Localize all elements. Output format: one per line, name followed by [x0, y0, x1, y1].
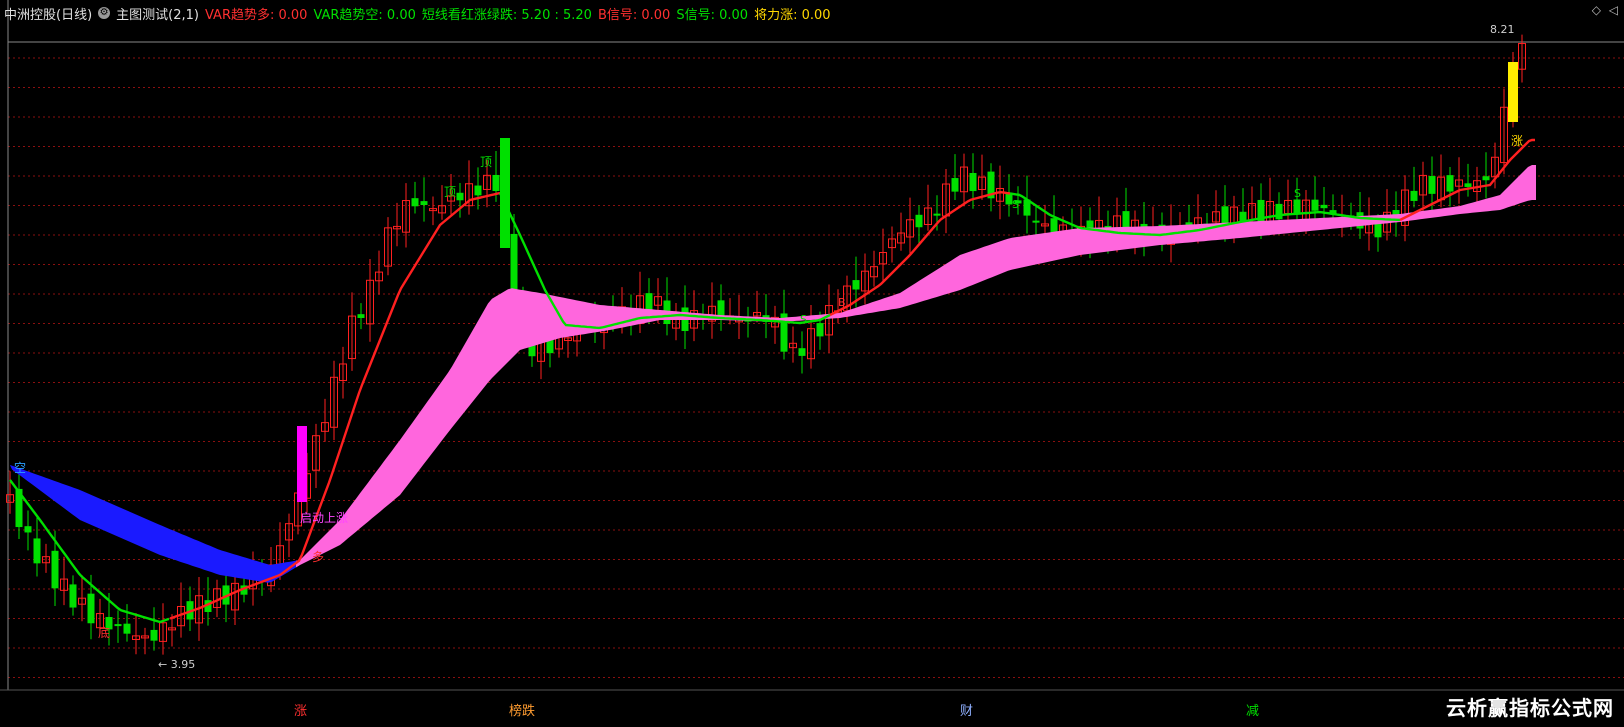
- bottom-label-reduce: 减: [1246, 704, 1260, 719]
- bottom-label-rise: 涨: [294, 704, 308, 719]
- candle-body-down: [24, 526, 32, 533]
- bottom-label-finance: 财: [960, 704, 974, 719]
- candle-body-down: [1032, 220, 1040, 223]
- candle-body-down: [1482, 176, 1490, 181]
- candle-body-down: [798, 348, 806, 356]
- candle-body-down: [357, 314, 365, 318]
- signal-label-sell: S: [1012, 198, 1019, 211]
- signal-label-rise: 涨: [1511, 133, 1523, 148]
- candle-body-down: [1428, 176, 1436, 194]
- candle-body-down: [1293, 199, 1301, 215]
- candle-body-down: [420, 201, 428, 206]
- candle-body-down: [969, 172, 977, 192]
- candle-body-down: [1275, 203, 1283, 220]
- corner-toolbar: ◇ ◁: [1588, 3, 1618, 17]
- signal-label-bottom: 底: [98, 625, 110, 640]
- candle-body-down: [87, 593, 95, 624]
- candle-body-down: [933, 213, 941, 216]
- candle-body-down: [150, 629, 158, 641]
- signal-label-buy: B: [838, 296, 846, 309]
- signal-label-sell: S: [1294, 187, 1301, 200]
- signal-label-long: 多: [312, 550, 324, 564]
- candle-body-down: [456, 192, 464, 201]
- candle-body-down: [1311, 199, 1319, 211]
- candle-body-down: [1464, 183, 1472, 187]
- candle-body-down: [69, 584, 77, 608]
- candle-body-down: [1050, 218, 1058, 233]
- candle-body-down: [1446, 175, 1454, 192]
- short-line-value: 短线看红涨绿跌: 5.20 : 5.20: [421, 7, 592, 23]
- candle-body-down: [852, 280, 860, 290]
- candle-body-down: [474, 185, 482, 196]
- candle-body-down: [1320, 204, 1328, 209]
- stock-title[interactable]: 中洲控股(日线): [4, 4, 92, 23]
- candle-body-down: [816, 323, 824, 337]
- launch-signal-bar: [297, 426, 307, 502]
- bottom-label-list: 榜跌: [509, 704, 536, 719]
- candle-body-down: [1410, 190, 1418, 201]
- b-signal-value: B信号: 0.00: [597, 7, 671, 23]
- indicator-name[interactable]: 主图测试(2,1): [116, 4, 199, 23]
- var-trend-long-value: VAR趋势多: 0.00: [204, 7, 308, 23]
- strong-rise-bar: [1508, 62, 1518, 122]
- candle-body-down: [1221, 206, 1229, 225]
- indicator-header: 中洲控股(日线) ⚙ 主图测试(2,1) VAR趋势多: 0.00 VAR趋势空…: [4, 2, 837, 24]
- settings-icon[interactable]: ⚙: [98, 7, 111, 19]
- candle-body-down: [492, 174, 500, 191]
- signal-label-top: 顶: [480, 155, 492, 169]
- candle-body-down: [717, 300, 725, 317]
- chart-area[interactable]: 8.21 ← 3.95 空底多启动上涨顶顶 S B S S 涨: [0, 0, 1624, 723]
- signal-label-short: 空: [14, 461, 26, 475]
- price-high-label: 8.21: [1490, 23, 1515, 36]
- candle-body-down: [411, 198, 419, 207]
- candle-body-down: [915, 214, 923, 228]
- signal-label-top: 顶: [444, 185, 456, 199]
- collapse-left-icon[interactable]: ◁: [1609, 3, 1618, 17]
- s-signal-value: S信号: 0.00: [676, 7, 749, 23]
- candle-body-down: [1374, 223, 1382, 238]
- diamond-icon[interactable]: ◇: [1592, 3, 1601, 17]
- candlestick-chart[interactable]: 8.21← 3.95空底多启动上涨顶顶SBSS涨: [0, 0, 1624, 723]
- candle-body-down: [123, 623, 131, 634]
- watermark: 云析赢指标公式网: [1446, 696, 1614, 720]
- force-rise-value: 将力涨: 0.00: [754, 7, 831, 23]
- candle-body-down: [114, 624, 122, 627]
- signal-label-sell: S: [800, 313, 807, 326]
- signal-label-launch: 启动上涨: [300, 510, 348, 525]
- candle-body-down: [951, 178, 959, 192]
- candle-body-down: [645, 293, 653, 311]
- candle-body-down: [51, 550, 59, 589]
- var-trend-short-value: VAR趋势空: 0.00: [313, 7, 416, 23]
- top-signal-bar: [500, 138, 510, 248]
- price-low-label: ← 3.95: [158, 658, 195, 671]
- candle-body-down: [33, 538, 41, 564]
